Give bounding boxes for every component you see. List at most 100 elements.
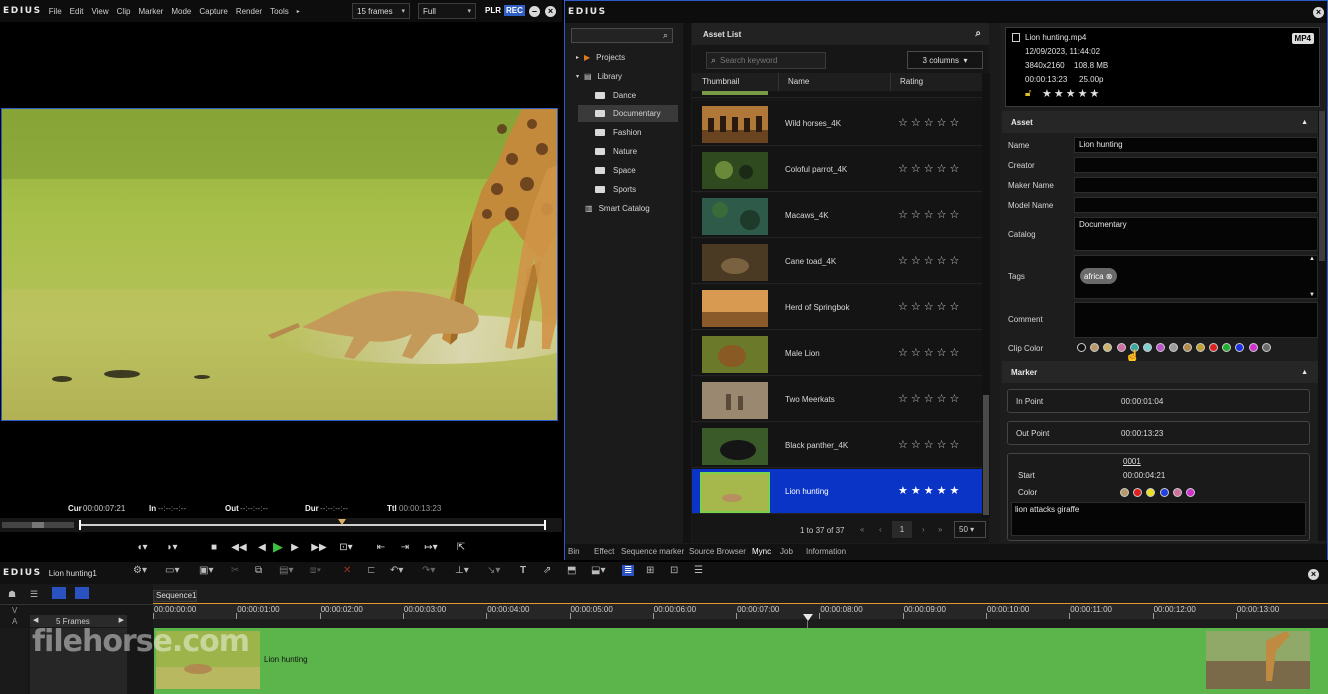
menu-clip[interactable]: Clip: [117, 7, 131, 16]
clip-color-swatch[interactable]: [1169, 343, 1179, 352]
last-page-icon[interactable]: »: [938, 525, 942, 534]
track-tool-icon[interactable]: ☗: [8, 589, 16, 600]
mode-list-icon[interactable]: ☰: [694, 565, 703, 576]
col-name[interactable]: Name: [788, 77, 809, 86]
name-field[interactable]: Lion hunting: [1074, 137, 1318, 153]
asset-row[interactable]: Cane toad_4K ☆☆☆☆☆: [692, 239, 982, 284]
timeline-close-icon[interactable]: ×: [1308, 569, 1319, 580]
sequence-tab[interactable]: Sequence1: [153, 590, 197, 602]
timeline-ruler[interactable]: 00:00:00:00 00:00:01:00 00:00:02:00 00:00:0…: [153, 603, 1328, 619]
tab-information[interactable]: Information: [806, 547, 846, 556]
go-to-in-icon[interactable]: ⇤: [373, 538, 389, 556]
cut-icon[interactable]: ✂: [231, 565, 239, 576]
rating-stars[interactable]: ☆☆☆☆☆: [898, 346, 962, 359]
catalog-field[interactable]: Documentary: [1074, 217, 1318, 251]
timeline-playhead-icon[interactable]: [803, 614, 813, 621]
clip-color-swatch[interactable]: [1195, 343, 1205, 352]
frames-dropdown[interactable]: 15 frames ▾: [352, 3, 410, 19]
marker-color-swatch[interactable]: [1120, 488, 1129, 497]
asset-row[interactable]: Two Meerkats ☆☆☆☆☆: [692, 377, 982, 422]
rating-stars[interactable]: ☆☆☆☆☆: [898, 438, 962, 451]
comment-field[interactable]: [1074, 302, 1318, 338]
rating-stars[interactable]: ☆☆☆☆☆: [898, 254, 962, 267]
marker-color-swatch[interactable]: [1186, 488, 1195, 497]
clip-color-swatch[interactable]: [1209, 343, 1218, 352]
insert-to-timeline-icon[interactable]: ↦▾: [420, 538, 442, 556]
tab-sequence-marker[interactable]: Sequence marker: [621, 547, 684, 556]
scrub-in-handle[interactable]: [79, 520, 81, 530]
maker-name-field[interactable]: [1074, 177, 1318, 193]
asset-row[interactable]: Coloful parrot_4K ☆☆☆☆☆: [692, 147, 982, 192]
asset-row-partial[interactable]: [692, 91, 982, 98]
stop-icon[interactable]: ■: [207, 538, 221, 556]
track-patch[interactable]: [0, 628, 28, 694]
render-icon[interactable]: ⬒: [567, 565, 576, 576]
tab-bin[interactable]: Bin: [568, 547, 580, 556]
clip-color-swatch[interactable]: [1143, 343, 1152, 352]
collapse-arrow-icon[interactable]: ▾: [576, 73, 579, 80]
marker-color-swatch[interactable]: [1133, 488, 1143, 497]
scrollbar-thumb[interactable]: [983, 395, 989, 515]
play-icon[interactable]: ▶: [270, 538, 286, 556]
menu-mode[interactable]: Mode: [171, 7, 191, 16]
link-toggle-icon[interactable]: [52, 587, 66, 599]
page-number[interactable]: 1: [892, 521, 912, 538]
fast-forward-icon[interactable]: ▶▶: [310, 538, 328, 556]
clip-color-swatch[interactable]: [1235, 343, 1245, 352]
step-forward-icon[interactable]: ▶: [289, 538, 301, 556]
rating-stars[interactable]: ★★★★★: [898, 484, 962, 497]
set-out-icon[interactable]: ◗▾: [162, 538, 182, 556]
mode-trim-icon[interactable]: ⊞: [646, 565, 654, 576]
menu-view[interactable]: View: [91, 7, 108, 16]
tree-item-fashion[interactable]: Fashion: [595, 124, 641, 141]
tree-scrollbar[interactable]: [683, 23, 691, 543]
go-to-out-icon[interactable]: ⇥: [397, 538, 413, 556]
clip-color-swatch[interactable]: [1156, 343, 1166, 352]
asset-row-selected[interactable]: Lion hunting ★★★★★: [692, 469, 982, 514]
output-icon[interactable]: ⬓▾: [591, 565, 605, 576]
mode-multicam-icon[interactable]: ⊡: [670, 565, 678, 576]
rating-stars[interactable]: ☆☆☆☆☆: [898, 392, 962, 405]
timeline-clip[interactable]: Lion hunting: [154, 628, 1328, 694]
clip-color-swatch[interactable]: [1261, 343, 1271, 352]
rating-stars[interactable]: ☆☆☆☆☆: [898, 300, 962, 313]
export-icon[interactable]: ⇱: [453, 538, 469, 556]
tree-item-sports[interactable]: Sports: [595, 181, 636, 198]
scrub-out-handle[interactable]: [544, 520, 546, 530]
marker-id[interactable]: 0001: [1123, 457, 1141, 466]
col-thumbnail[interactable]: Thumbnail: [702, 77, 739, 86]
unlock-icon[interactable]: 🔓︎: [1025, 88, 1031, 99]
model-name-field[interactable]: [1074, 197, 1318, 213]
redo-icon[interactable]: ↷▾: [422, 565, 435, 576]
asset-section-header[interactable]: Asset ▲: [1002, 111, 1320, 133]
tree-item-dance[interactable]: Dance: [595, 87, 685, 104]
remove-tag-icon[interactable]: ⊗: [1106, 272, 1113, 281]
zoom-out-icon[interactable]: ◀: [33, 616, 38, 624]
marker-color-swatch[interactable]: [1146, 488, 1156, 497]
out-point-row[interactable]: Out Point 00:00:13:23: [1007, 421, 1310, 445]
columns-dropdown[interactable]: 3 columns ▾: [907, 51, 983, 69]
open-project-icon[interactable]: ▭▾: [165, 565, 179, 576]
tab-source-browser[interactable]: Source Browser: [689, 547, 746, 556]
collapse-icon[interactable]: ▲: [1301, 119, 1308, 126]
tab-effect[interactable]: Effect: [594, 547, 614, 556]
creator-field[interactable]: [1074, 157, 1318, 173]
close-icon[interactable]: ×: [545, 6, 556, 17]
tag-chip[interactable]: africa ⊗: [1080, 268, 1117, 284]
mode-edit-icon[interactable]: ≣: [622, 565, 635, 576]
expand-arrow-icon[interactable]: ▸: [576, 54, 579, 61]
tree-item-smart-catalog[interactable]: ▥ Smart Catalog: [585, 200, 650, 217]
replace-icon[interactable]: ⧈▾: [310, 565, 321, 576]
asset-row[interactable]: Male Lion ☆☆☆☆☆: [692, 331, 982, 376]
browser-close-icon[interactable]: ×: [1313, 7, 1324, 18]
asset-row[interactable]: Wild horses_4K ☆☆☆☆☆: [692, 101, 982, 146]
asset-row[interactable]: Macaws_4K ☆☆☆☆☆: [692, 193, 982, 238]
props-scrollbar[interactable]: [1318, 111, 1326, 541]
menu-edit[interactable]: Edit: [70, 7, 84, 16]
prev-page-icon[interactable]: ‹: [879, 525, 882, 534]
menu-capture[interactable]: Capture: [199, 7, 227, 16]
clip-color-swatch[interactable]: [1103, 343, 1113, 352]
scroll-up-icon[interactable]: ▲: [1309, 256, 1315, 262]
keyword-search-input[interactable]: ⌕ Search keyword: [706, 52, 826, 69]
copy-icon[interactable]: ⧉: [255, 565, 262, 576]
